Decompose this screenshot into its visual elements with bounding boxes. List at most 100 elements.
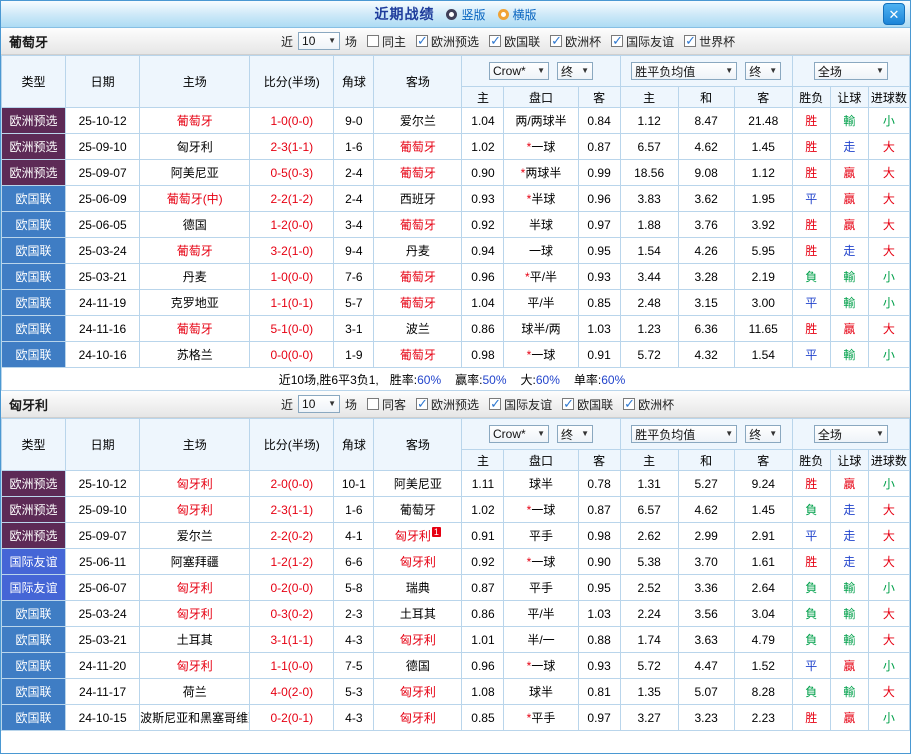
team-name: 匈牙利 <box>1 395 281 414</box>
competition-filter-checkbox[interactable]: 欧洲杯 <box>550 33 601 50</box>
competition-filter-checkbox[interactable]: 欧洲预选 <box>416 396 479 413</box>
handicap-group-header: Crow*▼ 终▼ <box>462 419 620 450</box>
handicap-odds-home: 1.02 <box>462 497 504 523</box>
avg-final-dropdown[interactable]: 终▼ <box>745 62 781 80</box>
handicap-result-indicator: 輸 <box>830 627 868 653</box>
subcol-avg-home: 主 <box>620 450 678 471</box>
match-count-dropdown[interactable]: 10▼ <box>298 32 340 50</box>
competition-filter-checkbox[interactable]: 欧洲预选 <box>416 33 479 50</box>
vertical-layout-option[interactable]: 竖版 <box>461 6 485 23</box>
checkbox-checked-icon[interactable] <box>416 398 428 410</box>
competition-type: 欧洲预选 <box>2 523 66 549</box>
summary-stat: 单率:60% <box>574 373 625 387</box>
goals-indicator: 小 <box>868 108 909 134</box>
checkbox-checked-icon[interactable] <box>623 398 635 410</box>
match-row: 欧国联24-11-17荷兰4-0(2-0)5-3匈牙利1.08球半0.811.3… <box>2 679 910 705</box>
avg-away-odds: 3.04 <box>734 601 792 627</box>
handicap-result-indicator: 走 <box>830 497 868 523</box>
away-team: 葡萄牙 <box>374 134 462 160</box>
avg-home-odds: 3.27 <box>620 705 678 731</box>
goals-indicator: 大 <box>868 238 909 264</box>
match-date: 25-06-09 <box>66 186 140 212</box>
match-count-dropdown[interactable]: 10▼ <box>298 395 340 413</box>
favorite-star-icon: * <box>527 503 532 517</box>
result-indicator: 胜 <box>792 108 830 134</box>
corner-score: 5-7 <box>334 290 374 316</box>
avg-type-dropdown[interactable]: 胜平负均值▼ <box>631 62 737 80</box>
checkbox-checked-icon[interactable] <box>562 398 574 410</box>
avg-type-dropdown[interactable]: 胜平负均值▼ <box>631 425 737 443</box>
corner-score: 7-5 <box>334 653 374 679</box>
odds-source-value: Crow* <box>493 427 526 441</box>
avg-away-odds: 21.48 <box>734 108 792 134</box>
competition-filter-checkbox[interactable]: 欧洲杯 <box>623 396 674 413</box>
home-team: 葡萄牙(中) <box>140 186 250 212</box>
checkbox-checked-icon[interactable] <box>489 35 501 47</box>
handicap-result-indicator: 贏 <box>830 186 868 212</box>
radio-vertical-layout-icon[interactable] <box>446 9 457 20</box>
avg-home-odds: 3.44 <box>620 264 678 290</box>
team-label: 匈牙利 <box>400 633 436 647</box>
odds-final-dropdown[interactable]: 终▼ <box>557 62 593 80</box>
venue-filter-checkbox[interactable]: 同客 <box>367 396 406 413</box>
summary-prefix: 近10场,胜6平3负1, <box>279 373 379 387</box>
checkbox-unchecked-icon[interactable] <box>367 398 379 410</box>
match-date: 25-09-07 <box>66 523 140 549</box>
home-team: 德国 <box>140 212 250 238</box>
matches-table: 类型 日期 主场 比分(半场) 角球 客场 Crow*▼ 终▼ 胜平负均 <box>1 55 910 391</box>
handicap-line: 球半 <box>504 679 578 705</box>
odds-source-dropdown[interactable]: Crow*▼ <box>489 425 549 443</box>
filter-label: 同主 <box>382 33 406 50</box>
checkbox-checked-icon[interactable] <box>611 35 623 47</box>
odds-source-dropdown[interactable]: Crow*▼ <box>489 62 549 80</box>
checkbox-checked-icon[interactable] <box>550 35 562 47</box>
scope-dropdown[interactable]: 全场▼ <box>814 425 888 443</box>
team-label: 葡萄牙 <box>177 244 213 258</box>
team-label: 葡萄牙 <box>400 140 436 154</box>
match-date: 25-09-10 <box>66 134 140 160</box>
home-team: 葡萄牙 <box>140 238 250 264</box>
competition-type: 欧国联 <box>2 705 66 731</box>
avg-away-odds: 3.00 <box>734 290 792 316</box>
close-button[interactable]: ✕ <box>883 3 905 25</box>
corner-score: 5-8 <box>334 575 374 601</box>
radio-horizontal-layout-icon[interactable] <box>498 9 509 20</box>
score-halftime: 0-5(0-3) <box>250 160 334 186</box>
scope-dropdown[interactable]: 全场▼ <box>814 62 888 80</box>
matches-label: 场 <box>345 33 357 50</box>
checkbox-unchecked-icon[interactable] <box>367 35 379 47</box>
match-row: 欧国联25-03-24葡萄牙3-2(1-0)9-4丹麦0.94一球0.951.5… <box>2 238 910 264</box>
score-halftime: 2-2(0-2) <box>250 523 334 549</box>
handicap-odds-away: 0.96 <box>578 186 620 212</box>
handicap-odds-away: 1.03 <box>578 316 620 342</box>
avg-home-odds: 1.74 <box>620 627 678 653</box>
goals-indicator: 小 <box>868 471 909 497</box>
summary-stat-value: 60% <box>536 373 560 387</box>
checkbox-checked-icon[interactable] <box>416 35 428 47</box>
corner-score: 9-4 <box>334 238 374 264</box>
subcol-handicap-result: 让球 <box>830 87 868 108</box>
home-team: 匈牙利 <box>140 601 250 627</box>
avg-final-dropdown[interactable]: 终▼ <box>745 425 781 443</box>
competition-filter-checkbox[interactable]: 欧国联 <box>562 396 613 413</box>
away-team: 阿美尼亚 <box>374 471 462 497</box>
handicap-odds-away: 0.97 <box>578 705 620 731</box>
odds-final-dropdown[interactable]: 终▼ <box>557 425 593 443</box>
avg-draw-odds: 6.36 <box>678 316 734 342</box>
competition-filter-checkbox[interactable]: 欧国联 <box>489 33 540 50</box>
competition-filter-checkbox[interactable]: 国际友谊 <box>611 33 674 50</box>
subcol-avg-away: 客 <box>734 87 792 108</box>
venue-filter-checkbox[interactable]: 同主 <box>367 33 406 50</box>
team-label: 丹麦 <box>183 270 207 284</box>
avg-home-odds: 3.83 <box>620 186 678 212</box>
handicap-odds-home: 0.96 <box>462 264 504 290</box>
competition-filter-checkbox[interactable]: 世界杯 <box>684 33 735 50</box>
checkbox-checked-icon[interactable] <box>684 35 696 47</box>
avg-home-odds: 1.23 <box>620 316 678 342</box>
match-row: 欧国联24-11-16葡萄牙5-1(0-0)3-1波兰0.86球半/两1.031… <box>2 316 910 342</box>
checkbox-checked-icon[interactable] <box>489 398 501 410</box>
competition-filter-checkbox[interactable]: 国际友谊 <box>489 396 552 413</box>
horizontal-layout-option[interactable]: 横版 <box>513 6 537 23</box>
match-row: 欧国联25-03-21土耳其3-1(1-1)4-3匈牙利1.01半/一0.881… <box>2 627 910 653</box>
avg-draw-odds: 3.62 <box>678 186 734 212</box>
